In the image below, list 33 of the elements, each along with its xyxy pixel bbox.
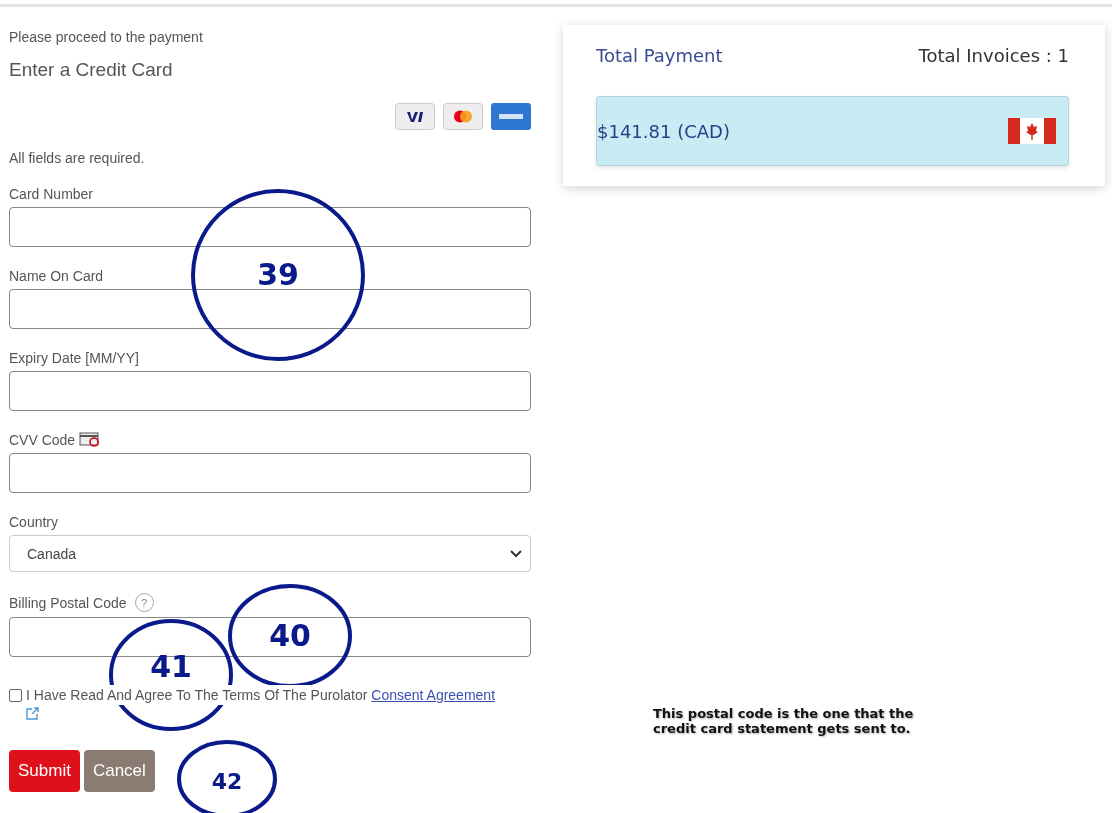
flag-icon [1008, 118, 1056, 144]
external-link-icon[interactable] [26, 707, 39, 720]
consent-link[interactable]: Consent Agreement [371, 687, 496, 703]
input-field[interactable] [9, 289, 531, 329]
annotation-marker: 42 [177, 740, 277, 813]
chevron-icon [510, 549, 522, 558]
field-label: Name On Card [9, 268, 104, 284]
field-label: Expiry Date [MM/YY] [9, 350, 139, 366]
submit-button[interactable]: Submit [9, 750, 80, 792]
card-title: Total Payment [596, 45, 723, 66]
invoice-count: Total Invoices : 1 [918, 45, 1069, 66]
agree-checkbox[interactable] [9, 689, 22, 702]
input-field[interactable] [9, 371, 531, 411]
required-note: All fields are required. [9, 150, 146, 166]
field-label: Country [9, 514, 59, 530]
input-field[interactable] [9, 617, 531, 657]
field-label: Billing Postal Code [9, 594, 127, 611]
cancel-button[interactable]: Cancel [83, 750, 155, 792]
intro-text: Please proceed to the payment [9, 29, 204, 45]
input-field[interactable] [9, 207, 531, 247]
amount-text: $141.81 (CAD) [597, 120, 730, 142]
country-select[interactable]: Canada [9, 535, 531, 572]
field-label: Card Number [9, 186, 94, 202]
agreement-text: I Have Read And Agree To The Terms Of The Purolator Consent Agreement [26, 685, 496, 705]
annotation-marker: 40 [228, 584, 352, 688]
field-label: CVV Code [9, 432, 76, 448]
select-value: Canada [27, 545, 77, 562]
card-cvv-icon [79, 432, 102, 448]
form-title: Enter a Credit Card [9, 59, 174, 81]
callout-text: This postal code is the one that the credit card statement gets sent to. [653, 706, 915, 736]
mastercard-icon [443, 103, 483, 130]
annotation-marker: 39 [191, 189, 365, 361]
input-field[interactable] [9, 453, 531, 493]
